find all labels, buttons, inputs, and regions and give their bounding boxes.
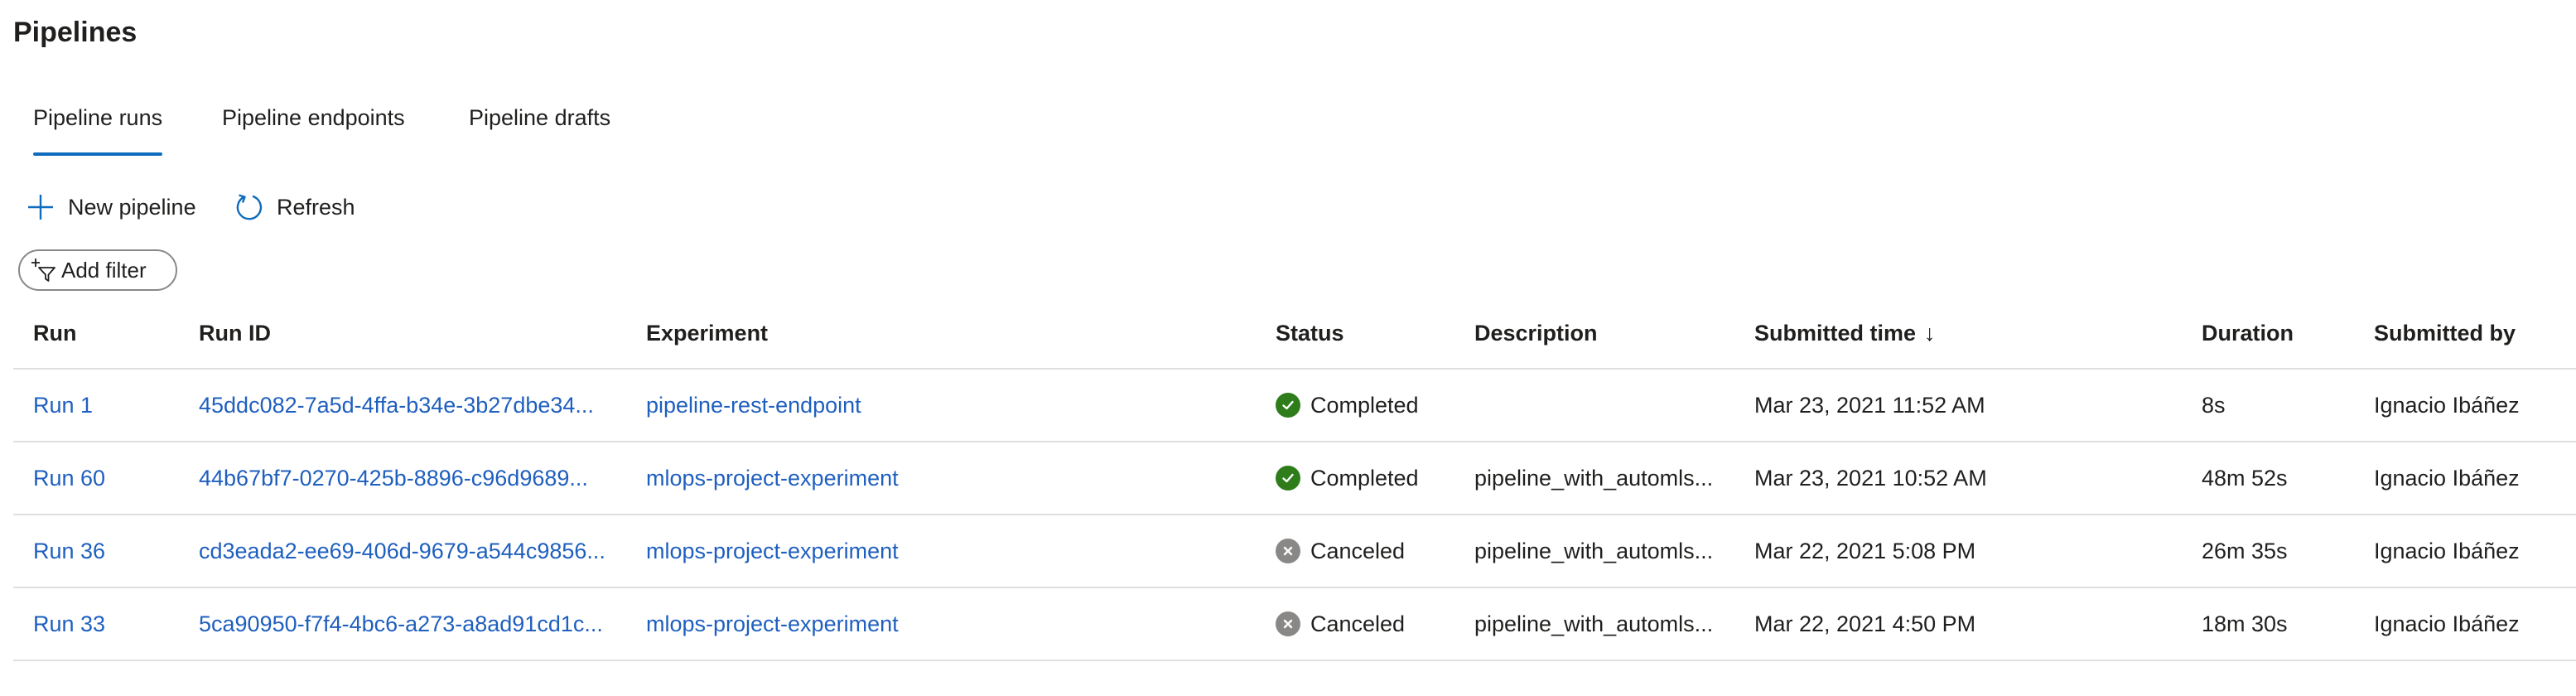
pipelines-page: Pipelines Pipeline runs Pipeline endpoin… bbox=[0, 0, 2576, 696]
submitted-time-cell: Mar 22, 2021 5:08 PM bbox=[1754, 538, 1976, 563]
column-header-submitted-by[interactable]: Submitted by bbox=[2374, 298, 2516, 368]
run-id-link[interactable]: 44b67bf7-0270-425b-8896-c96d9689... bbox=[199, 442, 588, 514]
run-name-link[interactable]: Run 33 bbox=[33, 588, 105, 660]
refresh-label: Refresh bbox=[277, 194, 355, 220]
tab-pipeline-endpoints[interactable]: Pipeline endpoints bbox=[222, 91, 405, 156]
duration-cell: 18m 30s bbox=[2202, 611, 2288, 636]
run-name-link[interactable]: Run 1 bbox=[33, 370, 93, 441]
column-header-run[interactable]: Run bbox=[33, 298, 76, 368]
experiment-link[interactable]: mlops-project-experiment bbox=[646, 588, 899, 660]
duration-cell: 26m 35s bbox=[2202, 538, 2288, 563]
refresh-button[interactable]: Refresh bbox=[234, 184, 355, 230]
canceled-x-icon bbox=[1276, 611, 1300, 636]
tab-pipeline-drafts[interactable]: Pipeline drafts bbox=[469, 91, 610, 156]
status-text: Canceled bbox=[1310, 611, 1406, 636]
status-text: Canceled bbox=[1310, 538, 1406, 563]
pipeline-runs-table: Run Run ID Experiment Status Description… bbox=[13, 298, 2576, 661]
duration-cell: 48m 52s bbox=[2202, 465, 2288, 491]
status-text: Completed bbox=[1310, 392, 1419, 418]
refresh-icon bbox=[234, 191, 265, 223]
add-filter-button[interactable]: Add filter bbox=[18, 249, 177, 291]
submitted-by-cell: Ignacio Ibáñez bbox=[2374, 611, 2520, 636]
new-pipeline-button[interactable]: New pipeline bbox=[25, 184, 196, 230]
submitted-time-cell: Mar 22, 2021 4:50 PM bbox=[1754, 611, 1976, 636]
table-header-row: Run Run ID Experiment Status Description… bbox=[13, 298, 2576, 370]
run-name-link[interactable]: Run 60 bbox=[33, 442, 105, 514]
completed-check-icon bbox=[1276, 466, 1300, 491]
submitted-time-cell: Mar 23, 2021 10:52 AM bbox=[1754, 465, 1987, 491]
submitted-by-cell: Ignacio Ibáñez bbox=[2374, 392, 2520, 418]
table-row[interactable]: Run 1 45ddc082-7a5d-4ffa-b34e-3b27dbe34.… bbox=[13, 370, 2576, 442]
status-cell: Canceled bbox=[1276, 515, 1405, 587]
column-header-duration[interactable]: Duration bbox=[2202, 298, 2294, 368]
experiment-link[interactable]: mlops-project-experiment bbox=[646, 515, 899, 587]
canceled-x-icon bbox=[1276, 539, 1300, 563]
description-cell: pipeline_with_automls... bbox=[1474, 538, 1714, 563]
run-id-link[interactable]: 5ca90950-f7f4-4bc6-a273-a8ad91cd1c... bbox=[199, 588, 603, 660]
plus-icon bbox=[25, 191, 56, 223]
column-header-description[interactable]: Description bbox=[1474, 298, 1598, 368]
experiment-link[interactable]: mlops-project-experiment bbox=[646, 442, 899, 514]
run-id-link[interactable]: cd3eada2-ee69-406d-9679-a544c9856... bbox=[199, 515, 605, 587]
submitted-by-cell: Ignacio Ibáñez bbox=[2374, 465, 2520, 491]
status-cell: Completed bbox=[1276, 370, 1419, 441]
add-filter-label: Add filter bbox=[61, 257, 147, 283]
tab-pipeline-runs[interactable]: Pipeline runs bbox=[33, 91, 163, 156]
description-cell: pipeline_with_automls... bbox=[1474, 611, 1714, 636]
run-id-link[interactable]: 45ddc082-7a5d-4ffa-b34e-3b27dbe34... bbox=[199, 370, 594, 441]
page-title: Pipelines bbox=[13, 17, 137, 48]
run-name-link[interactable]: Run 36 bbox=[33, 515, 105, 587]
table-row[interactable]: Run 60 44b67bf7-0270-425b-8896-c96d9689.… bbox=[13, 442, 2576, 515]
column-header-run-id[interactable]: Run ID bbox=[199, 298, 271, 368]
table-row[interactable]: Run 33 5ca90950-f7f4-4bc6-a273-a8ad91cd1… bbox=[13, 588, 2576, 661]
status-cell: Canceled bbox=[1276, 588, 1405, 660]
status-text: Completed bbox=[1310, 465, 1419, 491]
add-filter-icon bbox=[31, 258, 56, 283]
submitted-time-header-label: Submitted time bbox=[1754, 320, 1917, 346]
description-cell: pipeline_with_automls... bbox=[1474, 465, 1714, 491]
experiment-link[interactable]: pipeline-rest-endpoint bbox=[646, 370, 861, 441]
submitted-time-cell: Mar 23, 2021 11:52 AM bbox=[1754, 392, 1985, 418]
column-header-status[interactable]: Status bbox=[1276, 298, 1344, 368]
table-row[interactable]: Run 36 cd3eada2-ee69-406d-9679-a544c9856… bbox=[13, 515, 2576, 588]
new-pipeline-label: New pipeline bbox=[68, 194, 196, 220]
completed-check-icon bbox=[1276, 393, 1300, 418]
sort-descending-icon: ↓ bbox=[1924, 320, 1936, 346]
submitted-by-cell: Ignacio Ibáñez bbox=[2374, 538, 2520, 563]
column-header-experiment[interactable]: Experiment bbox=[646, 298, 768, 368]
duration-cell: 8s bbox=[2202, 392, 2226, 418]
column-header-submitted-time[interactable]: Submitted time ↓ bbox=[1754, 298, 1936, 368]
status-cell: Completed bbox=[1276, 442, 1419, 514]
